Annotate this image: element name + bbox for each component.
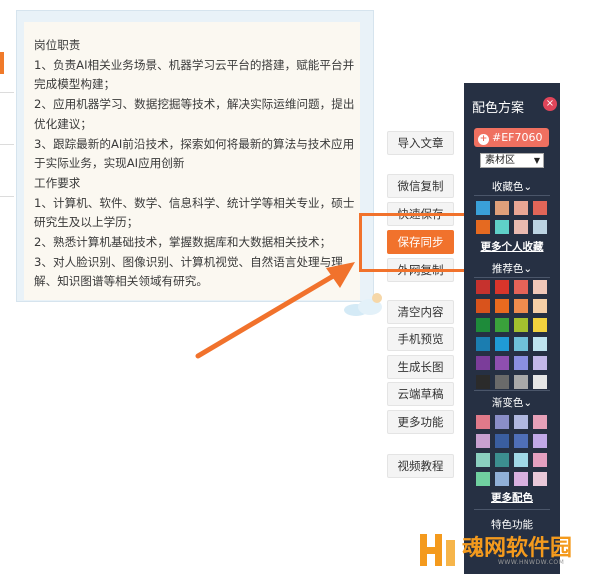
- color-swatch[interactable]: [514, 220, 528, 234]
- color-swatch[interactable]: [514, 280, 528, 294]
- color-swatch[interactable]: [476, 280, 490, 294]
- chevron-down-icon: ⌄: [523, 181, 533, 193]
- import-article-button[interactable]: 导入文章: [387, 131, 454, 155]
- color-swatch[interactable]: [495, 299, 509, 313]
- divider: [474, 509, 550, 510]
- more-functions-button[interactable]: 更多功能: [387, 410, 454, 434]
- editor-line: 2、应用机器学习、数据挖掘等技术，解决实际运维问题，提出优化建议；: [34, 97, 355, 131]
- color-swatch[interactable]: [514, 434, 528, 448]
- color-swatch[interactable]: [495, 415, 509, 429]
- color-swatch[interactable]: [476, 220, 490, 234]
- more-favorites-link[interactable]: 更多个人收藏: [464, 239, 560, 254]
- color-swatch[interactable]: [533, 375, 547, 389]
- color-swatch[interactable]: [514, 453, 528, 467]
- chevron-down-icon: ▼: [533, 156, 540, 165]
- left-divider: [0, 196, 14, 197]
- left-divider: [0, 144, 14, 145]
- color-swatch[interactable]: [495, 280, 509, 294]
- color-swatch[interactable]: [533, 318, 547, 332]
- editor-line: 工作要求: [34, 175, 81, 190]
- color-swatch[interactable]: [514, 472, 528, 486]
- color-scheme-panel: 配色方案 × + #EF7060 素材区 ▼ 收藏色⌄ 更多个人收藏 推荐色⌄ 渐…: [464, 83, 560, 574]
- divider: [474, 277, 550, 278]
- gradient-swatches: [476, 415, 547, 486]
- chevron-down-icon: ⌄: [523, 397, 533, 409]
- color-swatch[interactable]: [495, 434, 509, 448]
- color-swatch[interactable]: [533, 337, 547, 351]
- phone-preview-button[interactable]: 手机预览: [387, 327, 454, 351]
- gradient-title[interactable]: 渐变色⌄: [464, 395, 560, 410]
- color-swatch[interactable]: [533, 280, 547, 294]
- color-swatch[interactable]: [533, 434, 547, 448]
- color-swatch[interactable]: [495, 472, 509, 486]
- color-swatch[interactable]: [476, 299, 490, 313]
- color-swatch[interactable]: [495, 375, 509, 389]
- panel-title: 配色方案: [472, 101, 525, 116]
- select-value: 素材区: [485, 155, 515, 166]
- chevron-down-icon: ⌄: [523, 263, 533, 275]
- plus-icon: +: [478, 134, 489, 145]
- divider: [474, 195, 550, 196]
- color-swatch[interactable]: [476, 318, 490, 332]
- watermark-url: WWW.HNWDW.COM: [498, 559, 565, 566]
- color-swatch[interactable]: [514, 299, 528, 313]
- cloud-draft-button[interactable]: 云端草稿: [387, 382, 454, 406]
- color-swatch[interactable]: [495, 453, 509, 467]
- color-swatch[interactable]: [476, 201, 490, 215]
- color-swatch[interactable]: [533, 415, 547, 429]
- color-swatch[interactable]: [533, 220, 547, 234]
- watermark-logo-icon: [420, 534, 455, 566]
- generate-long-image-button[interactable]: 生成长图: [387, 355, 454, 379]
- recommended-swatches: [476, 280, 547, 389]
- editor-line: 1、计算机、软件、数学、信息科学、统计学等相关专业，硕士研究生及以上学历；: [34, 195, 355, 230]
- color-swatch[interactable]: [476, 453, 490, 467]
- arrow-annotation-icon: [195, 262, 355, 359]
- color-swatch[interactable]: [495, 201, 509, 215]
- editor-line: 3、跟踪最新的AI前沿技术，探索如何将最新的算法与技术应用于实际业务，实现AI应…: [34, 136, 355, 171]
- color-swatch[interactable]: [514, 356, 528, 370]
- divider: [474, 390, 550, 391]
- color-swatch[interactable]: [533, 201, 547, 215]
- more-colors-link[interactable]: 更多配色: [464, 490, 560, 505]
- left-active-marker: [0, 52, 4, 74]
- color-swatch[interactable]: [495, 220, 509, 234]
- color-swatch[interactable]: [476, 337, 490, 351]
- color-swatch[interactable]: [495, 318, 509, 332]
- highlight-annotation: [359, 213, 467, 272]
- favorite-swatches: [476, 201, 547, 234]
- close-icon[interactable]: ×: [543, 97, 557, 111]
- material-select[interactable]: 素材区 ▼: [480, 153, 544, 168]
- color-swatch[interactable]: [514, 375, 528, 389]
- clear-content-button[interactable]: 清空内容: [387, 300, 454, 324]
- color-swatch[interactable]: [476, 356, 490, 370]
- color-swatch[interactable]: [476, 375, 490, 389]
- color-swatch[interactable]: [514, 201, 528, 215]
- video-tutorial-button[interactable]: 视频教程: [387, 454, 454, 478]
- color-swatch[interactable]: [495, 356, 509, 370]
- editor-line: 1、负责AI相关业务场景、机器学习云平台的搭建，赋能平台并完成模型构建；: [34, 57, 355, 92]
- recommended-title[interactable]: 推荐色⌄: [464, 261, 560, 276]
- wechat-copy-button[interactable]: 微信复制: [387, 174, 454, 198]
- watermark-text: 魂网软件园: [462, 536, 573, 561]
- editor-line: 岗位职责: [34, 38, 81, 52]
- color-swatch[interactable]: [514, 337, 528, 351]
- favorites-title[interactable]: 收藏色⌄: [464, 179, 560, 194]
- color-swatch[interactable]: [495, 337, 509, 351]
- color-swatch[interactable]: [514, 318, 528, 332]
- current-color-button[interactable]: + #EF7060: [474, 128, 549, 147]
- color-swatch[interactable]: [514, 415, 528, 429]
- color-swatch[interactable]: [533, 472, 547, 486]
- color-swatch[interactable]: [533, 453, 547, 467]
- color-swatch[interactable]: [533, 356, 547, 370]
- color-swatch[interactable]: [476, 434, 490, 448]
- color-swatch[interactable]: [476, 472, 490, 486]
- color-swatch[interactable]: [533, 299, 547, 313]
- color-swatch[interactable]: [476, 415, 490, 429]
- left-divider: [0, 92, 14, 93]
- current-color-value: #EF7060: [492, 131, 543, 144]
